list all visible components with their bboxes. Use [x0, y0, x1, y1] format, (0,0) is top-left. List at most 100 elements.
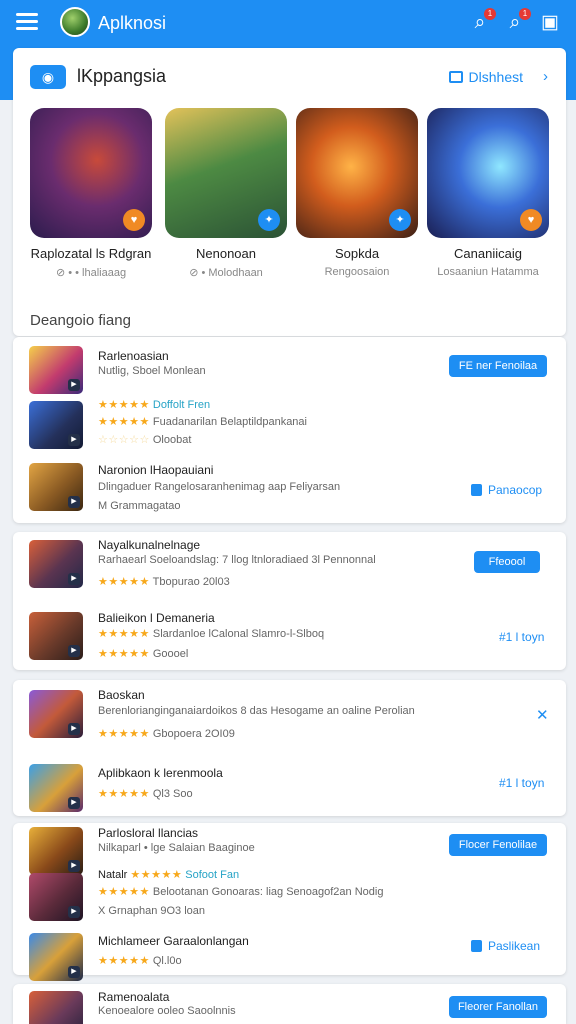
featured-card: ◉ lKppangsia Dlshhest › ♥ ✦ ✦ ♥ Raplozat…: [13, 48, 566, 336]
list-item-desc: X Grnaphan 9O3 loan: [98, 905, 206, 917]
list-item-desc: Goooel: [152, 648, 189, 660]
install-button[interactable]: Flocer Fenolilae: [449, 834, 547, 856]
app-thumbnail[interactable]: ▶: [29, 612, 83, 660]
game-tile-1[interactable]: ♥: [30, 108, 152, 238]
section-heading: Deangoio fiang: [30, 312, 131, 329]
rating-row: ☆☆☆☆☆ Oloobat: [98, 433, 191, 446]
see-all-link[interactable]: Dlshhest ›: [448, 68, 548, 85]
open-button-label: Panaocop: [488, 483, 543, 497]
tile-subtitle: ⊘ • Molodhaan: [189, 267, 263, 279]
tile-subtitle: Losaaniun Hatamma: [437, 266, 539, 278]
featured-title: lKppangsia: [77, 66, 167, 86]
game-tile-4[interactable]: ♥: [427, 108, 549, 238]
menu-icon[interactable]: [16, 13, 38, 31]
rating-row: ★★★★★ Ql.l0o: [98, 954, 182, 967]
category-badge-icon: ♥: [123, 209, 145, 231]
notification-badge: 1: [519, 8, 531, 20]
star-rating: ★★★★★: [98, 576, 150, 588]
list-card-5: Ramenoalata Kenoealore ooleo Saoolnnis F…: [13, 984, 566, 1024]
star-rating: ★★★★★: [98, 886, 150, 898]
app-thumbnail[interactable]: ▶: [29, 764, 83, 812]
rating-row: ★★★★★ Slardanloe lCalonal Slamro-l-Slboq: [98, 627, 324, 640]
close-icon[interactable]: ✕: [536, 706, 549, 724]
star-rating: ★★★★★: [98, 648, 150, 660]
rating-row: ★★★★★ Gbopoera 2OI09: [98, 727, 235, 740]
star-rating: ★★★★★: [98, 416, 150, 428]
star-rating: ☆☆☆☆☆: [98, 434, 150, 446]
bag-icon: [471, 940, 482, 952]
list-item-title: Balieikon l Demaneria: [98, 611, 215, 625]
see-all-label: Dlshhest: [468, 68, 523, 85]
list-item-desc: Nilkaparl • lge Salaian Baaginoe: [98, 842, 255, 854]
app-thumbnail[interactable]: ▶: [29, 463, 83, 511]
eye-icon: ◉: [30, 65, 66, 89]
list-card-1: ▶ Rarlenoasian Nutlig, Sboel Monlean FE …: [13, 337, 566, 523]
tile-subtitle: Rengoosaion: [324, 266, 390, 278]
list-item-title: Nayalkunalnelnage: [98, 538, 201, 552]
app-thumbnail[interactable]: ▶: [29, 873, 83, 921]
open-button-label: Paslikean: [488, 939, 541, 953]
list-item-title: Ramenoalata: [98, 990, 170, 1004]
install-button[interactable]: FE ner Fenoilaa: [449, 355, 547, 377]
rating-row: ★★★★★ Doffolt Fren: [98, 398, 210, 411]
tile-subtitle: ⊘ • • lhaliaaag: [55, 267, 127, 279]
app-thumbnail[interactable]: ▶: [29, 540, 83, 588]
rating-row: ★★★★★ Belootanan Gonoaras: liag Senoagof…: [98, 885, 383, 898]
install-button[interactable]: Fleorer Fanollan: [449, 996, 547, 1018]
list-item-desc: Ql.l0o: [152, 955, 182, 967]
app-thumbnail[interactable]: ▶: [29, 401, 83, 449]
bag-icon: [471, 484, 482, 496]
star-rating: ★★★★★: [98, 788, 150, 800]
category-badge-icon: ♥: [520, 209, 542, 231]
star-rating: ★★★★★: [130, 869, 183, 881]
app-thumbnail[interactable]: ▶: [29, 346, 83, 394]
open-button[interactable]: Paslikean: [471, 939, 540, 953]
rating-note: Sofoot Fan: [185, 869, 240, 881]
rating-row: ★★★★★ Goooel: [98, 647, 188, 660]
app-thumbnail[interactable]: [29, 991, 83, 1024]
list-item-desc: M Grammagatao: [98, 500, 181, 512]
star-rating: ★★★★★: [98, 728, 150, 740]
rating-row: ★★★★★ Tbopurao 20l03: [98, 575, 230, 588]
game-tile-3[interactable]: ✦: [296, 108, 418, 238]
category-badge-icon: ✦: [258, 209, 280, 231]
rating-row: ★★★★★ Ql3 Soo: [98, 787, 193, 800]
list-item-desc: Rarhaearl Soeloandslag: 7 llog ltnloradi…: [98, 554, 376, 566]
list-item-desc: Belootanan Gonoaras: liag Senoagof2an No…: [152, 886, 384, 898]
list-item-desc: Nutlig, Sboel Monlean: [98, 365, 206, 377]
list-item-title: Baoskan: [98, 688, 145, 702]
list-item-date: Gbopoera 2OI09: [152, 728, 235, 740]
grid-icon: [448, 70, 463, 83]
tile-name: Cananiicaig: [454, 246, 522, 261]
search-alt-icon[interactable]: ⌕ 1: [503, 8, 531, 35]
notification-badge: 1: [484, 8, 496, 20]
app-thumbnail[interactable]: ▶: [29, 690, 83, 738]
tile-name: Sopkda: [334, 246, 380, 261]
list-item-title: Rarlenoasian: [98, 349, 169, 363]
game-tile-2[interactable]: ✦: [165, 108, 287, 238]
list-item-title: Aplibkaon k lerenmoola: [98, 766, 223, 780]
star-rating: ★★★★★: [98, 955, 150, 967]
rating-prefix: Natalr: [98, 869, 128, 881]
rating-note: Doffolt Fren: [152, 399, 211, 411]
list-item-desc: Fuadanarilan Belaptildpankanai: [152, 416, 307, 428]
bookmark-icon[interactable]: ▣: [538, 11, 562, 35]
app-thumbnail[interactable]: ▶: [29, 933, 83, 981]
open-button[interactable]: Panaocop: [471, 483, 542, 497]
app-thumbnail[interactable]: ▶: [29, 827, 83, 875]
app-logo: [60, 7, 90, 37]
tile-name: Nenonoan: [196, 246, 256, 261]
list-card-4: ▶ Parlosloral llancias Nilkaparl • lge S…: [13, 823, 566, 981]
list-item-desc: Slardanloe lCalonal Slamro-l-Slboq: [152, 628, 325, 640]
list-item-title: Michlameer Garaalonlangan: [98, 934, 249, 948]
search-icon[interactable]: ⌕ 1: [468, 8, 496, 35]
list-item-date: Tbopurao 20l03: [152, 576, 230, 588]
rank-label: #1 l toyn: [499, 776, 545, 790]
rank-label: #1 l toyn: [499, 630, 545, 644]
list-item-title: Parlosloral llancias: [98, 826, 199, 840]
install-button[interactable]: Ffeoool: [474, 551, 540, 573]
list-item-title: Naronion lHaopauiani: [98, 463, 214, 477]
list-item-desc: Ql3 Soo: [152, 788, 193, 800]
category-badge-icon: ✦: [389, 209, 411, 231]
list-card-2: ▶ Nayalkunalnelnage Rarhaearl Soeloandsl…: [13, 532, 566, 670]
